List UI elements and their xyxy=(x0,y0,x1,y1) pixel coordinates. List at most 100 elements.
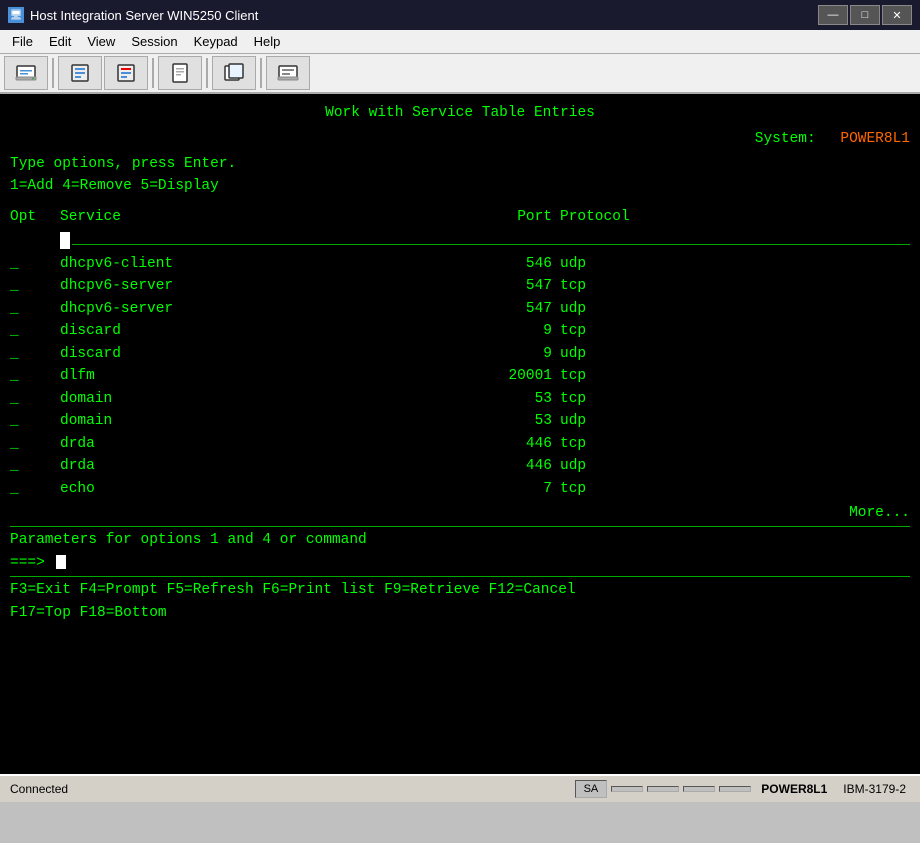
toolbar-sep-4 xyxy=(260,58,262,88)
title-bar-text: Host Integration Server WIN5250 Client xyxy=(30,8,258,23)
row-port: 20001 xyxy=(480,365,560,387)
title-bar: 🖥 Host Integration Server WIN5250 Client… xyxy=(0,0,920,30)
row-opt: _ xyxy=(10,298,60,320)
row-service: dlfm xyxy=(60,365,480,387)
cursor-row[interactable] xyxy=(10,229,910,251)
row-service: drda xyxy=(60,455,480,477)
toolbar-sep-1 xyxy=(52,58,54,88)
row-port: 53 xyxy=(480,410,560,432)
table-row: _drda446udp xyxy=(10,455,910,477)
status-system: POWER8L1 xyxy=(753,780,835,798)
menu-view[interactable]: View xyxy=(79,30,123,53)
table-row: _dhcpv6-client546udp xyxy=(10,253,910,275)
screen-title: Work with Service Table Entries xyxy=(325,105,595,121)
status-ind-3 xyxy=(683,786,715,792)
status-ind-1 xyxy=(611,786,643,792)
row-protocol: tcp xyxy=(560,275,586,297)
toolbar-btn-2[interactable] xyxy=(58,56,102,90)
status-ind-4 xyxy=(719,786,751,792)
menu-keypad[interactable]: Keypad xyxy=(186,30,246,53)
row-opt: _ xyxy=(10,388,60,410)
status-sa: SA xyxy=(575,780,608,798)
row-opt: _ xyxy=(10,365,60,387)
row-service: discard xyxy=(60,343,480,365)
toolbar xyxy=(0,54,920,94)
menu-help[interactable]: Help xyxy=(246,30,289,53)
row-port: 9 xyxy=(480,343,560,365)
row-service: dhcpv6-server xyxy=(60,275,480,297)
row-protocol: udp xyxy=(560,253,586,275)
row-port: 7 xyxy=(480,478,560,500)
cmd-line: 1=Add 4=Remove 5=Display xyxy=(10,175,910,197)
row-service: domain xyxy=(60,388,480,410)
cursor-line xyxy=(72,244,750,245)
toolbar-btn-4[interactable] xyxy=(158,56,202,90)
row-opt: _ xyxy=(10,275,60,297)
row-opt: _ xyxy=(10,455,60,477)
row-service: discard xyxy=(60,320,480,342)
header-port: Port xyxy=(480,206,560,228)
row-port: 9 xyxy=(480,320,560,342)
header-protocol: Protocol xyxy=(560,206,630,228)
table-row: _discard9udp xyxy=(10,343,910,365)
toolbar-btn-6[interactable] xyxy=(266,56,310,90)
toolbar-btn-1[interactable] xyxy=(4,56,48,90)
row-protocol: udp xyxy=(560,455,586,477)
menu-bar: File Edit View Session Keypad Help xyxy=(0,30,920,54)
header-service: Service xyxy=(60,206,480,228)
column-headers: Opt Service Port Protocol xyxy=(10,206,910,228)
data-rows: _dhcpv6-client546udp_dhcpv6-server547tcp… xyxy=(10,253,910,500)
row-protocol: udp xyxy=(560,410,586,432)
title-bar-left: 🖥 Host Integration Server WIN5250 Client xyxy=(8,7,258,23)
header-opt: Opt xyxy=(10,206,60,228)
table-row: _dhcpv6-server547udp xyxy=(10,298,910,320)
maximize-button[interactable]: □ xyxy=(850,5,880,25)
input-cursor[interactable] xyxy=(56,555,66,569)
terminal[interactable]: Work with Service Table Entries System: … xyxy=(0,94,920,774)
terminal-title: Work with Service Table Entries xyxy=(10,102,910,124)
arrow-line[interactable]: ===> xyxy=(10,552,910,574)
cursor-block xyxy=(60,232,70,249)
row-opt: _ xyxy=(10,410,60,432)
toolbar-sep-2 xyxy=(152,58,154,88)
status-bar: Connected SA POWER8L1 IBM-3179-2 xyxy=(0,774,920,802)
cursor-proto-sep xyxy=(830,244,910,245)
table-row: _domain53udp xyxy=(10,410,910,432)
params-line: Parameters for options 1 and 4 or comman… xyxy=(10,529,910,551)
row-opt: _ xyxy=(10,320,60,342)
row-protocol: tcp xyxy=(560,433,586,455)
row-port: 53 xyxy=(480,388,560,410)
row-opt: _ xyxy=(10,343,60,365)
table-row: _domain53tcp xyxy=(10,388,910,410)
fkeys-line-2: F17=Top F18=Bottom xyxy=(10,602,910,624)
system-value: POWER8L1 xyxy=(840,131,910,147)
menu-edit[interactable]: Edit xyxy=(41,30,79,53)
separator-fkeys xyxy=(10,576,910,577)
table-row: _dhcpv6-server547tcp xyxy=(10,275,910,297)
minimize-button[interactable]: — xyxy=(818,5,848,25)
row-opt: _ xyxy=(10,433,60,455)
status-model: IBM-3179-2 xyxy=(835,780,914,798)
row-protocol: tcp xyxy=(560,388,586,410)
system-label: System: xyxy=(755,131,816,147)
row-service: dhcpv6-server xyxy=(60,298,480,320)
row-port: 446 xyxy=(480,433,560,455)
status-connected: Connected xyxy=(6,782,573,796)
toolbar-sep-3 xyxy=(206,58,208,88)
table-row: _drda446tcp xyxy=(10,433,910,455)
toolbar-btn-3[interactable] xyxy=(104,56,148,90)
row-opt: _ xyxy=(10,478,60,500)
more-text: More... xyxy=(10,502,910,524)
fkeys-line-1: F3=Exit F4=Prompt F5=Refresh F6=Print li… xyxy=(10,579,910,601)
cursor-opt xyxy=(10,229,60,251)
toolbar-btn-5[interactable] xyxy=(212,56,256,90)
system-line: System: POWER8L1 xyxy=(10,128,910,150)
menu-session[interactable]: Session xyxy=(123,30,185,53)
menu-file[interactable]: File xyxy=(4,30,41,53)
row-opt: _ xyxy=(10,253,60,275)
row-port: 547 xyxy=(480,298,560,320)
row-protocol: tcp xyxy=(560,365,586,387)
close-button[interactable]: ✕ xyxy=(882,5,912,25)
row-protocol: udp xyxy=(560,343,586,365)
arrow-text: ===> xyxy=(10,555,45,571)
